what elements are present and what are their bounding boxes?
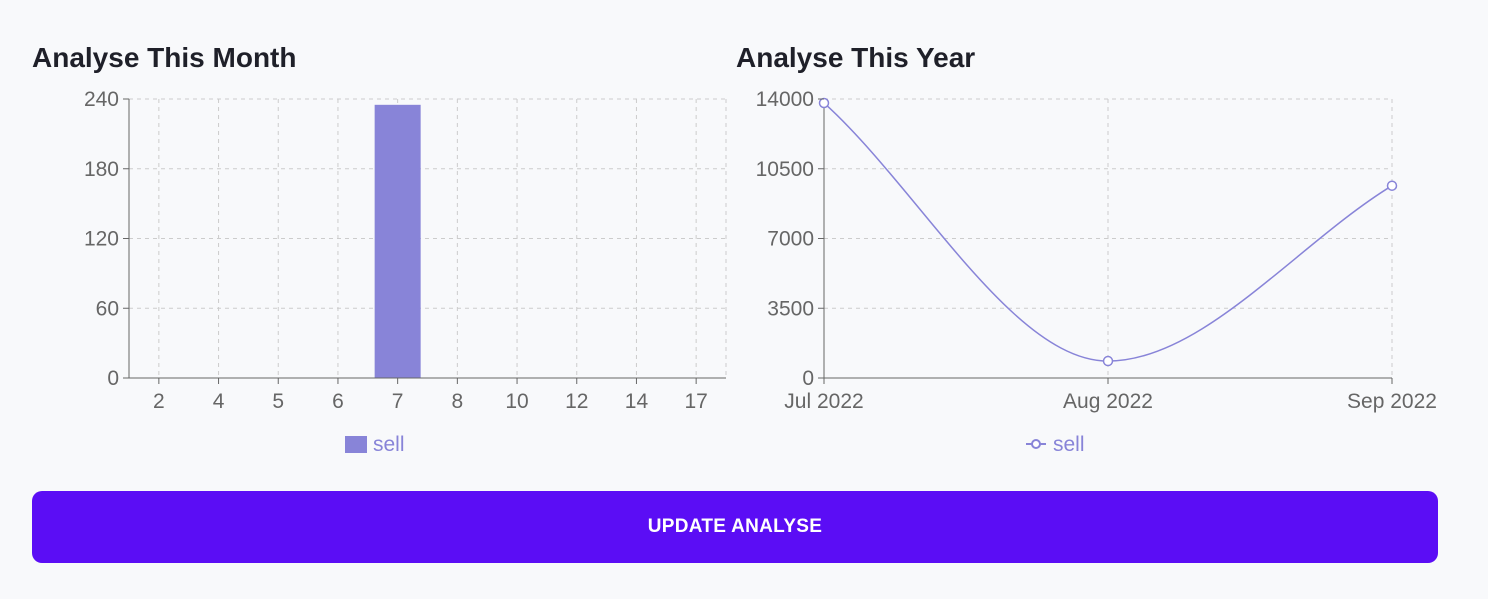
data-point-2 — [1386, 180, 1398, 191]
legend-marker-icon — [1031, 439, 1041, 449]
legend-label: sell — [1053, 433, 1085, 456]
x-tick-label: Aug 2022 — [1063, 390, 1153, 413]
x-tick-label: 4 — [213, 390, 225, 413]
legend-label: sell — [373, 433, 405, 456]
data-point-1 — [1102, 355, 1114, 367]
y-tick-label: 3500 — [767, 297, 814, 320]
x-tick-label: 8 — [452, 390, 464, 413]
y-tick-label: 180 — [84, 158, 119, 181]
y-tick-label: 60 — [96, 297, 119, 320]
y-tick-label: 240 — [84, 88, 119, 111]
y-tick-label: 10500 — [756, 158, 814, 181]
y-tick-label: 120 — [84, 228, 119, 251]
y-tick-label: 0 — [107, 367, 119, 390]
x-tick-label: 5 — [272, 390, 284, 413]
bar-7 — [374, 104, 421, 378]
x-tick-label: 7 — [392, 390, 404, 413]
y-tick-label: 14000 — [756, 88, 814, 111]
y-tick-label: 0 — [802, 367, 814, 390]
legend-swatch — [345, 436, 367, 453]
x-tick-label: 12 — [565, 390, 588, 413]
x-tick-label: 2 — [153, 390, 165, 413]
x-tick-label: Sep 2022 — [1347, 390, 1437, 413]
year-line-chart: 0 3500 7000 10500 14000 Jul 2022 Aug 2022 Sep 2… — [756, 88, 1437, 456]
y-tick-label: 7000 — [767, 228, 814, 251]
x-tick-label: Jul 2022 — [784, 390, 863, 413]
month-bar-chart: 0601201802402 4 5 6 7 8 10 12 14 17sell — [84, 88, 727, 456]
data-point-0 — [818, 97, 830, 109]
x-tick-label: 14 — [625, 390, 649, 413]
x-tick-label: 10 — [505, 390, 528, 413]
update-analyse-button[interactable]: UPDATE ANALYSE — [32, 491, 1438, 563]
x-tick-label: 6 — [332, 390, 344, 413]
